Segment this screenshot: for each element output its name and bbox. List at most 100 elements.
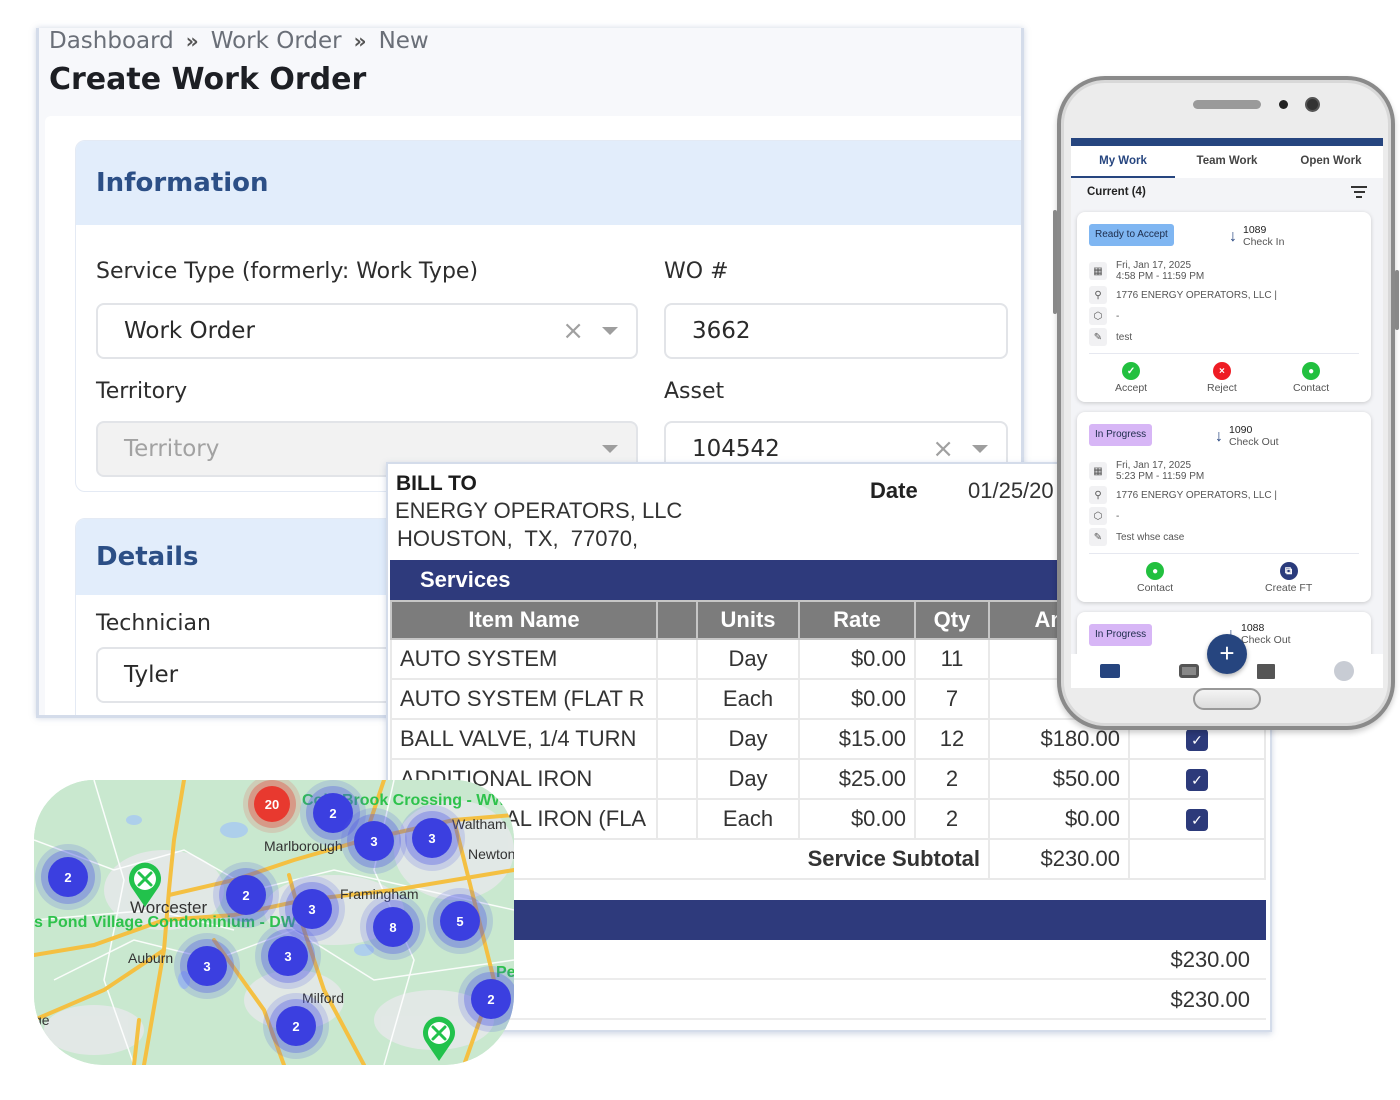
card-divider	[1089, 353, 1359, 354]
rate-cell: $0.00	[798, 678, 916, 720]
current-row: Current (4)	[1071, 178, 1383, 206]
breadcrumb: Dashboard » Work Order » New	[49, 28, 429, 54]
map-cluster-marker[interactable]: 3	[412, 818, 452, 858]
nav-ticket-icon[interactable]	[1178, 664, 1199, 678]
units-cell: Each	[696, 678, 800, 720]
map-cluster-marker[interactable]: 3	[187, 946, 227, 986]
breadcrumb-work-order[interactable]: Work Order	[211, 28, 342, 54]
map-cluster-marker[interactable]: 3	[292, 889, 332, 929]
wo-action: Check Out	[1241, 634, 1291, 646]
status-badge: In Progress	[1089, 424, 1153, 446]
territory-placeholder: Territory	[124, 436, 220, 462]
phone-camera	[1305, 97, 1320, 112]
map-cluster-marker[interactable]: 2	[276, 1006, 316, 1046]
asset-row: ⬡ -	[1089, 507, 1119, 525]
item-name-cell: AUTO SYSTEM (FLAT R	[390, 678, 658, 720]
map-cluster-marker[interactable]: 2	[313, 793, 353, 833]
rate-cell: $0.00	[798, 798, 916, 840]
filter-icon[interactable]	[1351, 186, 1367, 198]
contact-button[interactable]: ● Contact	[1293, 362, 1329, 394]
map-place-label: Waltham	[452, 816, 507, 832]
phone-home-button	[1193, 688, 1261, 710]
wo-info: ↓ 1089 Check In	[1229, 224, 1284, 248]
wo-number: 1089	[1243, 224, 1267, 236]
reject-button[interactable]: × Reject	[1207, 362, 1237, 394]
map-cluster-marker[interactable]: 20	[254, 786, 290, 822]
date-text: Fri, Jan 17, 2025	[1116, 460, 1192, 471]
row-checkbox[interactable]: ✓	[1186, 729, 1208, 752]
map-place-label: ge	[34, 1012, 50, 1028]
map-cluster-marker[interactable]: 3	[354, 821, 394, 861]
qty-cell: 2	[914, 758, 990, 800]
tab-team-work[interactable]: Team Work	[1175, 146, 1279, 178]
calendar-clock-icon: ▦	[1089, 462, 1107, 480]
wrench-pin-icon[interactable]	[128, 862, 162, 908]
blank-cell	[656, 758, 698, 800]
map-cluster-marker[interactable]: 8	[373, 907, 413, 947]
edit-note-icon: ✎	[1089, 328, 1107, 346]
time-text: 5:23 PM - 11:59 PM	[1116, 471, 1205, 482]
work-order-card[interactable]: Ready to Accept ↓ 1089 Check In ▦ Fri, J…	[1077, 212, 1371, 402]
item-name-cell: AUTO SYSTEM	[390, 638, 658, 680]
ticket-icon: ⧉	[1279, 562, 1298, 580]
chevron-down-icon[interactable]	[602, 327, 618, 335]
note-row: ✎ test	[1089, 328, 1132, 346]
tab-my-work[interactable]: My Work	[1071, 146, 1175, 178]
map-site-label[interactable]: Pe	[496, 964, 514, 982]
page-title: Create Work Order	[49, 62, 367, 97]
check-icon: ✓	[1122, 362, 1141, 380]
contact-button[interactable]: ● Contact	[1137, 562, 1173, 594]
chevron-down-icon[interactable]	[602, 445, 618, 453]
nav-briefcase-icon[interactable]	[1100, 664, 1121, 678]
subtotal-row: Service Subtotal $230.00	[390, 838, 1266, 880]
blank-cell	[656, 718, 698, 760]
map-cluster-marker[interactable]: 2	[226, 875, 266, 915]
qty-cell: 7	[914, 678, 990, 720]
map-cluster-marker[interactable]: 3	[268, 936, 308, 976]
col-qty: Qty	[914, 600, 990, 640]
chevron-down-icon[interactable]	[972, 445, 988, 453]
bill-to-address: HOUSTON, TX, 77070,	[397, 526, 639, 551]
create-ft-button[interactable]: ⧉ Create FT	[1265, 562, 1312, 594]
row-checkbox[interactable]: ✓	[1186, 769, 1208, 792]
wrench-pin-icon[interactable]	[422, 1016, 456, 1062]
units-cell: Day	[696, 638, 800, 680]
service-row: ADDITIONAL IRON (FLA Each $0.00 2 $0.00 ✓	[390, 798, 1266, 840]
units-cell: Day	[696, 718, 800, 760]
technician-value: Tyler	[124, 662, 179, 688]
work-order-card[interactable]: In Progress ↓ 1090 Check Out ▦ Fri, Jan …	[1077, 412, 1371, 602]
note-text: test	[1116, 331, 1133, 343]
add-fab-button[interactable]: +	[1207, 634, 1247, 674]
clear-icon[interactable]: ×	[932, 434, 954, 464]
blank-cell	[656, 678, 698, 720]
asset-label: Asset	[664, 379, 725, 404]
row-checkbox[interactable]: ✓	[1186, 809, 1208, 832]
service-type-select[interactable]: Work Order ×	[96, 303, 638, 359]
wo-number-input[interactable]: 3662	[664, 303, 1008, 359]
asset-text: -	[1116, 510, 1120, 522]
map-site-label[interactable]: s Pond Village Condominium - DW	[34, 914, 296, 932]
nav-archive-icon[interactable]	[1257, 663, 1276, 679]
map-place-label: Newton	[468, 846, 514, 862]
tab-open-work[interactable]: Open Work	[1279, 146, 1383, 178]
nav-profile-icon[interactable]	[1333, 661, 1354, 681]
bill-to-name: ENERGY OPERATORS, LLC	[395, 498, 683, 523]
wo-action: Check Out	[1229, 436, 1279, 448]
total-line: $230.00	[390, 980, 1266, 1020]
accept-button[interactable]: ✓ Accept	[1115, 362, 1147, 394]
amount-cell: $50.00	[988, 758, 1130, 800]
date-label: Date	[870, 478, 918, 503]
breadcrumb-separator-icon: »	[353, 29, 367, 53]
map-cluster-marker[interactable]: 2	[471, 979, 511, 1019]
location-text: 1776 ENERGY OPERATORS, LLC |	[1116, 489, 1277, 501]
subtotal-value: $230.00	[988, 838, 1130, 880]
map-place-label: Auburn	[128, 950, 174, 966]
clear-icon[interactable]: ×	[562, 316, 584, 346]
breadcrumb-dashboard[interactable]: Dashboard	[49, 28, 174, 54]
map-cluster-marker[interactable]: 5	[440, 901, 480, 941]
map-widget[interactable]: Marlborough Waltham Newton Worcester Fra…	[34, 780, 514, 1065]
map-cluster-marker[interactable]: 2	[48, 857, 88, 897]
blank-cell	[656, 638, 698, 680]
app-header-bar	[1071, 138, 1383, 146]
schedule-row: ▦ Fri, Jan 17, 2025 5:23 PM - 11:59 PM	[1089, 460, 1204, 482]
